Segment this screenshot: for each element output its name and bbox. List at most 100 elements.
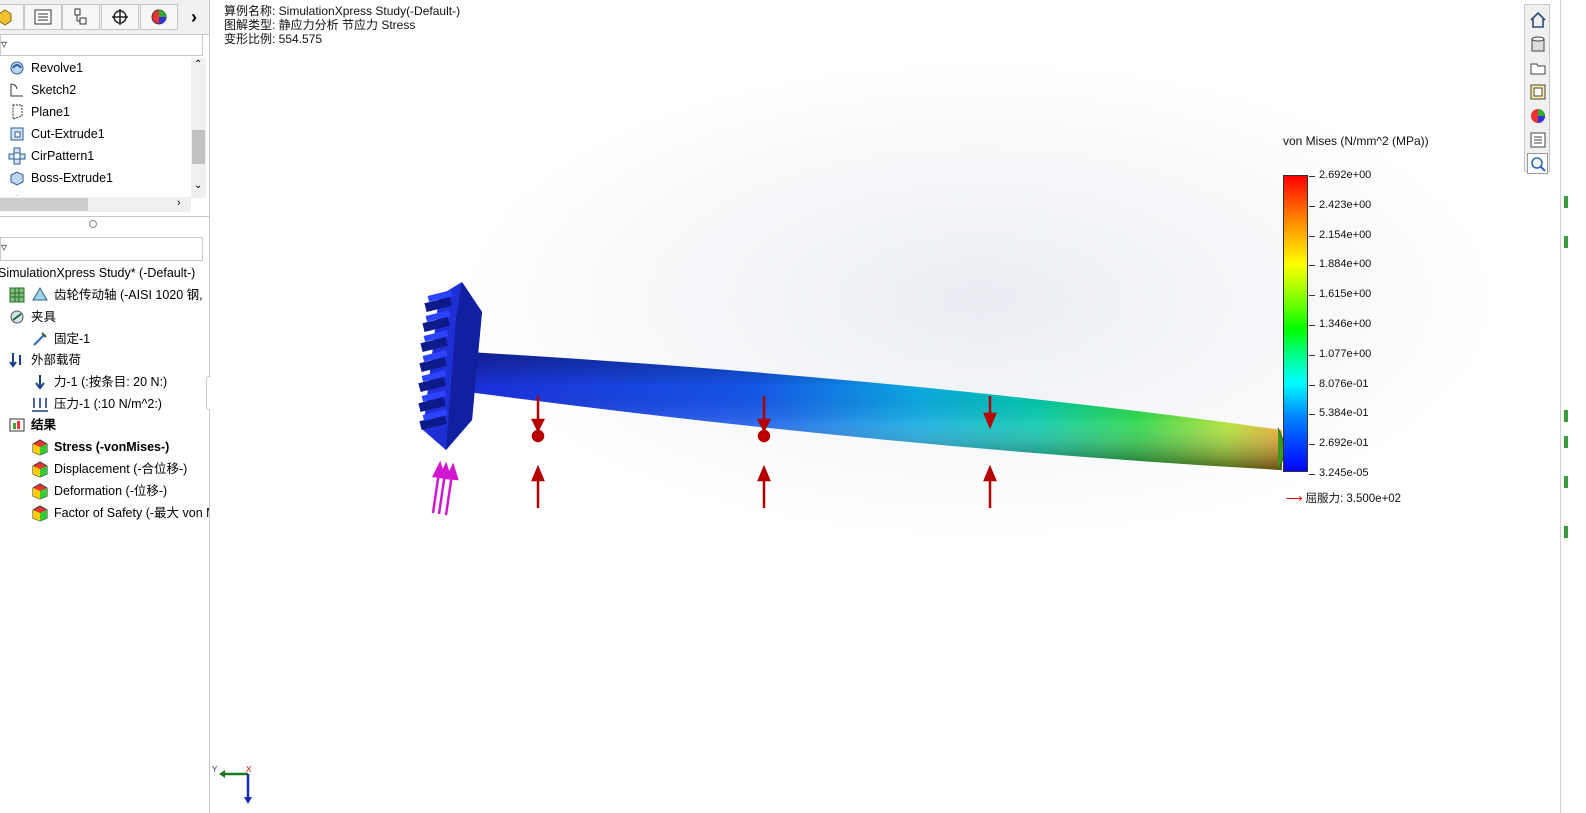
legend-tick-label: 1.077e+00 [1319,347,1372,360]
legend-tick-label: 5.384e-01 [1319,407,1369,420]
property-list-icon [34,9,52,25]
legend-tick [1309,444,1315,446]
legend-tick-label: 2.154e+00 [1319,228,1372,241]
task-pane [1524,0,1586,813]
factor-of-safety-plot-icon [31,504,49,522]
design-library-icon[interactable] [1527,33,1548,54]
shaft-body[interactable] [468,352,1285,471]
task-pane-marker-1 [1564,196,1568,208]
bevel-gear[interactable] [418,282,482,450]
custom-properties-icon[interactable] [1527,129,1548,150]
cut-extrude-icon [8,125,26,143]
legend-tick-label: 8.076e-01 [1319,377,1369,390]
material-icon [31,286,49,304]
crosshair-icon [112,9,128,25]
filter-icon: ▿ [1,37,8,51]
task-pane-content-edge [1560,0,1561,813]
task-pane-marker-2 [1564,236,1568,248]
configuration-icon [74,8,87,25]
appearances-icon[interactable] [1527,105,1548,126]
force-icon [31,373,49,391]
tree-item-cut-extrude[interactable]: Cut-Extrude1 [8,123,105,145]
sketch-icon [8,81,26,99]
chevron-down-icon[interactable]: ⌄ [194,180,202,191]
triad-x-label: X [246,765,252,774]
legend-tick [1309,474,1315,475]
legend-tick-label: 2.423e+00 [1319,198,1372,211]
results-folder-icon [8,416,26,434]
tree-item-partial [8,190,38,196]
appearance-icon [151,9,167,25]
fixture-arrows [431,460,459,516]
tab-property-manager[interactable] [24,4,62,30]
tab-configuration-manager[interactable] [62,4,100,30]
fixed-geometry-icon [31,330,49,348]
legend-tick-label: 1.346e+00 [1319,318,1372,330]
legend-yield-strength: ⟶ 屈服力: 3.500e+02 [1286,490,1401,506]
boss-extrude-icon [8,169,26,187]
yield-strength-value: 屈服力: 3.500e+02 [1305,493,1402,505]
graphics-viewport[interactable]: 算例名称: SimulationXpress Study(-Default-) … [210,0,1524,813]
legend-tick [1309,384,1315,386]
tree-study-part[interactable]: 齿轮传动轴 (-AISI 1020 钢, [8,284,203,306]
tree-result-stress[interactable]: Stress (-vonMises-) [31,436,169,458]
task-pane-marker-6 [1564,526,1568,538]
legend-tick [1309,205,1315,207]
tree-external-loads[interactable]: 外部载荷 [8,349,81,371]
view-palette-icon[interactable] [1527,81,1548,102]
legend-tick [1309,235,1315,237]
feature-filter[interactable]: ▿ [0,34,203,56]
chevron-up-icon[interactable]: ⌃ [194,59,202,70]
circular-pattern-icon [8,147,26,165]
tree-fixtures[interactable]: 夹具 [8,306,56,328]
tree-load-pressure[interactable]: 压力-1 (:10 N/m^2:) [31,393,162,415]
part-icon [0,9,12,26]
tree-fixture-1[interactable]: 固定-1 [31,328,90,350]
home-icon[interactable] [1527,9,1548,30]
legend-tick [1309,354,1315,356]
chevron-right-icon: › [191,6,197,27]
deformation-plot-icon [31,482,49,500]
external-loads-icon [8,351,26,369]
tree-results[interactable]: 结果 [8,414,56,436]
task-pane-tab-bar [1524,4,1550,174]
tree-item-revolve[interactable]: Revolve1 [8,57,83,79]
feature-tree-vertical-scrollbar[interactable]: ⌃ ⌄ [191,58,206,198]
legend-tick [1309,295,1315,297]
tree-load-force[interactable]: 力-1 (:按条目: 20 N:) [31,371,167,393]
file-explorer-icon[interactable] [1527,57,1548,78]
tree-item-plane[interactable]: Plane1 [8,101,70,123]
revolve-icon [8,59,26,77]
legend-tick [1309,325,1315,326]
tree-item-cirpattern[interactable]: CirPattern1 [8,145,94,167]
tree-item-boss-extrude[interactable]: Boss-Extrude1 [8,167,113,189]
tree-item-sketch[interactable]: Sketch2 [8,79,76,101]
tab-scroll-right[interactable]: › [179,4,209,30]
study-filter[interactable]: ▿ [0,237,203,261]
splitter-grip-icon[interactable] [89,220,97,228]
tab-display-manager[interactable] [140,4,178,30]
tree-result-deformation[interactable]: Deformation (-位移-) [31,480,167,502]
legend-tick-label: 1.884e+00 [1319,258,1372,271]
scrollbar-thumb[interactable] [192,130,205,164]
coordinate-triad: Y X [212,765,252,804]
tab-dimxpert-manager[interactable] [101,4,139,30]
tab-feature-manager[interactable] [0,4,24,30]
tree-result-displacement[interactable]: Displacement (-合位移-) [31,458,187,480]
displacement-plot-icon [31,460,49,478]
legend-tick-label: 3.245e-05 [1319,467,1369,479]
legend-tick-label: 2.692e-01 [1319,437,1369,450]
panel-tab-bar: › [0,0,209,35]
simulationxpress-icon[interactable] [1527,153,1548,174]
chevron-right-small-icon[interactable]: › [177,197,181,209]
task-pane-marker-4 [1564,436,1568,448]
feature-tree-horizontal-scrollbar[interactable]: › [0,197,191,212]
panel-splitter[interactable] [0,216,209,217]
scrollbar-thumb-horizontal[interactable] [0,198,88,211]
legend-color-bar [1283,175,1308,472]
tree-study-root[interactable]: SimulationXpress Study* (-Default-) [0,262,195,284]
tree-result-factor-of-safety[interactable]: Factor of Safety (-最大 von M [31,502,209,524]
plane-icon [8,103,26,121]
yield-arrow-icon: ⟶ [1286,493,1303,505]
legend-tick-label: 1.615e+00 [1319,288,1372,301]
